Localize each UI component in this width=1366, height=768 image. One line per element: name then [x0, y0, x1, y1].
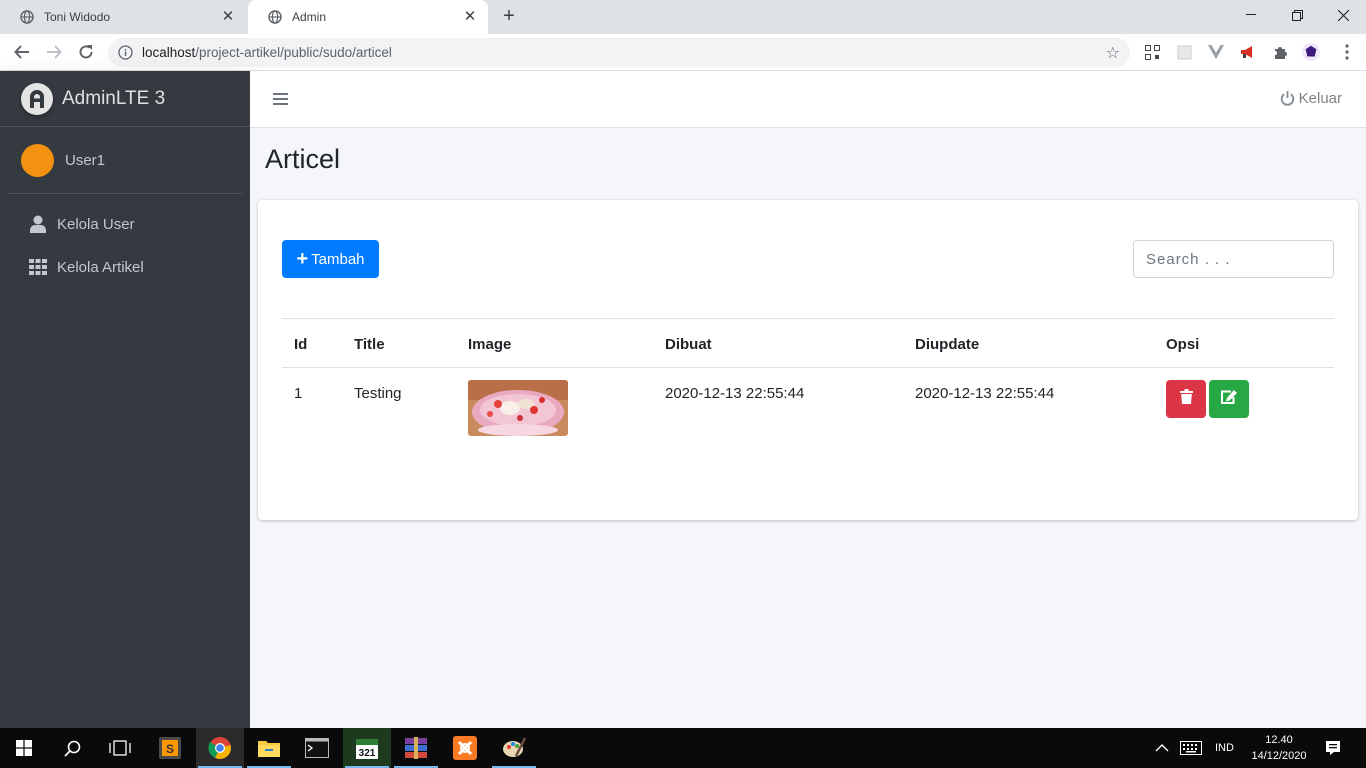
- back-arrow-icon[interactable]: [12, 42, 32, 62]
- terminal-icon[interactable]: [293, 728, 341, 768]
- url-host: localhost: [142, 45, 196, 60]
- add-button-label: Tambah: [311, 250, 365, 268]
- column-header-id: Id: [294, 336, 308, 353]
- info-icon[interactable]: [118, 45, 133, 65]
- browser-tab-title: Toni Widodo: [44, 10, 111, 24]
- sidebar-item-kelola-artikel[interactable]: Kelola Artikel: [8, 247, 242, 287]
- address-bar[interactable]: localhost/project-artikel/public/sudo/ar…: [108, 38, 1130, 67]
- url-path: /project-artikel/public/sudo/articel: [195, 45, 392, 60]
- cell-title: Testing: [354, 385, 402, 402]
- close-window-icon[interactable]: [1320, 0, 1366, 30]
- restore-icon[interactable]: [1274, 0, 1320, 30]
- user-name: User1: [65, 151, 106, 169]
- logout-link[interactable]: Keluar: [1280, 90, 1342, 107]
- page-title: Articel: [265, 144, 341, 174]
- column-header-options: Opsi: [1166, 336, 1200, 353]
- browser-menu-icon[interactable]: [1338, 43, 1356, 61]
- chrome-icon[interactable]: [196, 728, 244, 768]
- vue-devtools-icon[interactable]: [1207, 43, 1225, 61]
- clock-time: 12.40: [1265, 734, 1293, 746]
- new-tab-plus-icon[interactable]: +: [500, 5, 518, 28]
- sidebar-item-label: Kelola Artikel: [57, 258, 144, 276]
- add-article-button[interactable]: + Tambah: [282, 240, 379, 278]
- search-icon[interactable]: [48, 728, 96, 768]
- top-navbar: Keluar: [250, 71, 1366, 128]
- notification-center-icon[interactable]: [1325, 728, 1341, 768]
- clock-date: 14/12/2020: [1251, 750, 1307, 762]
- articles-table: Id Title Image Dibuat Diupdate Opsi 1 Te…: [282, 318, 1334, 448]
- language-indicator[interactable]: IND: [1215, 728, 1234, 768]
- cell-id: 1: [294, 385, 303, 402]
- task-view-icon[interactable]: [96, 728, 144, 768]
- content-wrapper: Keluar Articel + Tambah Id Title Image D…: [250, 71, 1366, 728]
- edit-button[interactable]: [1209, 380, 1249, 418]
- sidebar-item-label: Kelola User: [57, 215, 135, 233]
- file-explorer-icon[interactable]: [245, 728, 293, 768]
- user-panel[interactable]: User1: [8, 127, 242, 194]
- sidebar-menu: Kelola User Kelola Artikel: [0, 204, 250, 287]
- paint-icon[interactable]: [490, 728, 538, 768]
- reload-icon[interactable]: [76, 42, 96, 62]
- svg-text:S: S: [166, 742, 174, 756]
- brand-link[interactable]: AdminLTE 3: [0, 71, 250, 127]
- adminlte-logo-icon: [21, 82, 53, 115]
- sidebar-item-kelola-user[interactable]: Kelola User: [8, 204, 242, 244]
- url-text: localhost/project-artikel/public/sudo/ar…: [142, 45, 392, 60]
- minimize-icon[interactable]: [1228, 0, 1274, 30]
- close-tab-icon[interactable]: ✕: [220, 9, 236, 25]
- qr-code-extension-icon[interactable]: [1143, 43, 1161, 61]
- main-sidebar: AdminLTE 3 User1 Kelola User Kelola Arti…: [0, 71, 250, 728]
- extensions-puzzle-icon[interactable]: [1271, 43, 1289, 61]
- windows-taskbar: S 321 IND 12.40 14/12/2020: [0, 728, 1366, 768]
- articles-card: + Tambah Id Title Image Dibuat Diupdate …: [258, 200, 1358, 520]
- browser-tab-2[interactable]: Admin ✕: [248, 0, 488, 34]
- browser-tabbar: Toni Widodo ✕ Admin ✕ +: [0, 0, 1366, 34]
- edit-icon: [1220, 389, 1238, 410]
- user-icon: [28, 215, 47, 234]
- plus-icon: +: [296, 248, 309, 270]
- grid-icon: [28, 258, 47, 277]
- logout-label: Keluar: [1298, 90, 1342, 107]
- table-row: 1 Testing 2020-12-13 22:55:44 2020-12-13…: [282, 368, 1334, 448]
- calendar-app-icon[interactable]: 321: [343, 728, 391, 768]
- winrar-icon[interactable]: [392, 728, 440, 768]
- megaphone-extension-icon[interactable]: [1239, 43, 1257, 61]
- column-header-created: Dibuat: [665, 336, 712, 353]
- search-input[interactable]: [1133, 240, 1334, 278]
- svg-text:321: 321: [359, 748, 376, 759]
- browser-toolbar: localhost/project-artikel/public/sudo/ar…: [0, 34, 1366, 71]
- column-header-title: Title: [354, 336, 385, 353]
- cell-updated: 2020-12-13 22:55:44: [915, 385, 1055, 402]
- browser-tab-1[interactable]: Toni Widodo ✕: [0, 0, 246, 34]
- avatar: [21, 143, 54, 177]
- power-icon: [1280, 91, 1295, 106]
- column-header-image: Image: [468, 336, 512, 353]
- brand-text: AdminLTE 3: [62, 87, 166, 109]
- column-header-updated: Diupdate: [915, 336, 980, 353]
- globe-icon: [268, 10, 282, 24]
- keyboard-icon[interactable]: [1180, 728, 1202, 768]
- xampp-icon[interactable]: [441, 728, 489, 768]
- trash-icon: [1179, 389, 1193, 409]
- sublime-text-icon[interactable]: S: [146, 728, 194, 768]
- cell-created: 2020-12-13 22:55:44: [665, 385, 805, 402]
- system-clock[interactable]: 12.40 14/12/2020: [1240, 732, 1318, 764]
- close-tab-icon[interactable]: ✕: [462, 9, 478, 25]
- windows-start-icon[interactable]: [0, 728, 48, 768]
- profile-avatar-icon[interactable]: [1302, 43, 1320, 61]
- globe-icon: [20, 10, 34, 24]
- forward-arrow-icon[interactable]: [44, 42, 64, 62]
- browser-tab-title: Admin: [292, 10, 327, 24]
- delete-button[interactable]: [1166, 380, 1206, 418]
- extension-square-icon[interactable]: [1175, 43, 1193, 61]
- hamburger-menu-icon[interactable]: [273, 91, 289, 107]
- article-thumbnail-image: [468, 380, 568, 436]
- table-header-row: Id Title Image Dibuat Diupdate Opsi: [282, 318, 1334, 368]
- bookmark-star-icon[interactable]: ☆: [1106, 43, 1120, 63]
- tray-chevron-up-icon[interactable]: [1155, 728, 1169, 768]
